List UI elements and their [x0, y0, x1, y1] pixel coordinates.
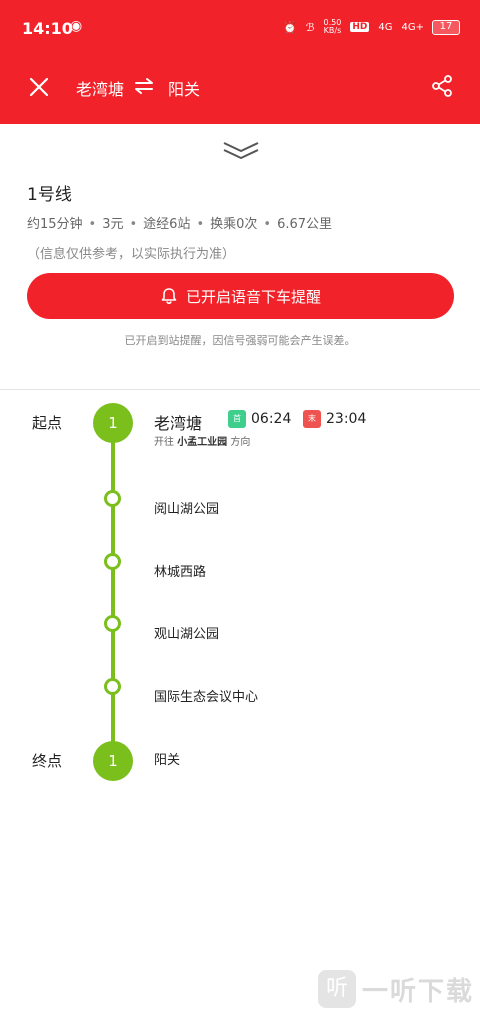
battery-icon: 17 — [432, 20, 460, 35]
route-duration: 约15分钟 — [27, 217, 83, 232]
line-timeline — [111, 423, 115, 760]
watermark-logo: 听 — [318, 970, 356, 1008]
start-label: 起点 — [32, 414, 63, 432]
route-from: 老湾塘 — [76, 80, 125, 99]
station-node — [104, 553, 121, 570]
header-bar: 老湾塘 阳关 — [0, 58, 480, 124]
share-icon[interactable] — [430, 74, 454, 98]
route-distance: 6.67公里 — [277, 217, 333, 232]
signal-4g: 4G — [378, 21, 393, 33]
route-to: 阳关 — [168, 80, 201, 99]
station-node — [104, 678, 121, 695]
first-station-name[interactable]: 老湾塘 — [154, 410, 202, 434]
start-line-node: 1 — [93, 403, 133, 443]
swap-icon[interactable] — [133, 76, 155, 96]
watermark: 听 一听下载 — [318, 970, 474, 1008]
route-stops: 途经6站 — [143, 217, 191, 232]
station-name[interactable]: 林城西路 — [154, 561, 206, 580]
route-fare: 3元 — [102, 217, 124, 232]
status-bar: 14:10 ◉ ⏰ ℬ 0.50 KB/s HD 4G 4G+ 17 — [0, 0, 480, 58]
first-bus-badge: 首 — [228, 410, 246, 428]
hd-badge: HD — [350, 22, 370, 32]
last-bus-time: 23:04 — [326, 411, 367, 427]
route-disclaimer: （信息仅供参考，以实际执行为准） — [27, 247, 236, 262]
collapse-chevron-icon[interactable] — [222, 140, 260, 162]
flame-icon: ◉ — [70, 18, 83, 34]
station-name[interactable]: 国际生态会议中心 — [154, 686, 258, 705]
net-speed: 0.50 KB/s — [323, 18, 342, 35]
status-time: 14:10 — [22, 19, 73, 38]
line-name: 1号线 — [27, 185, 72, 205]
station-node — [104, 490, 121, 507]
station-name[interactable]: 阅山湖公园 — [154, 498, 219, 517]
direction-text: 开往 小孟工业园 方向 — [154, 437, 251, 448]
voice-alert-button[interactable]: 已开启语音下车提醒 — [27, 273, 454, 319]
bluetooth-icon: ℬ — [305, 20, 315, 34]
alarm-icon: ⏰ — [283, 20, 297, 34]
voice-alert-note: 已开启到站提醒，因信号强弱可能会产生误差。 — [124, 334, 356, 347]
close-icon[interactable] — [26, 74, 52, 100]
signal-4g-plus: 4G+ — [401, 21, 425, 33]
last-station-name[interactable]: 阳关 — [154, 749, 180, 768]
watermark-text: 一听下载 — [362, 976, 475, 1007]
first-bus-time: 06:24 — [251, 411, 292, 427]
section-divider — [0, 389, 480, 390]
end-label: 终点 — [32, 752, 63, 770]
route-transfers: 换乘0次 — [210, 217, 258, 232]
route-summary: 约15分钟 • 3元 • 途经6站 • 换乘0次 • 6.67公里 — [27, 217, 333, 232]
status-icons: ⏰ ℬ 0.50 KB/s HD 4G 4G+ — [283, 19, 424, 35]
station-name[interactable]: 观山湖公园 — [154, 623, 219, 642]
last-bus-badge: 末 — [303, 410, 321, 428]
voice-alert-label: 已开启语音下车提醒 — [185, 287, 321, 306]
bell-icon — [161, 288, 177, 305]
station-node — [104, 615, 121, 632]
end-line-node: 1 — [93, 741, 133, 781]
